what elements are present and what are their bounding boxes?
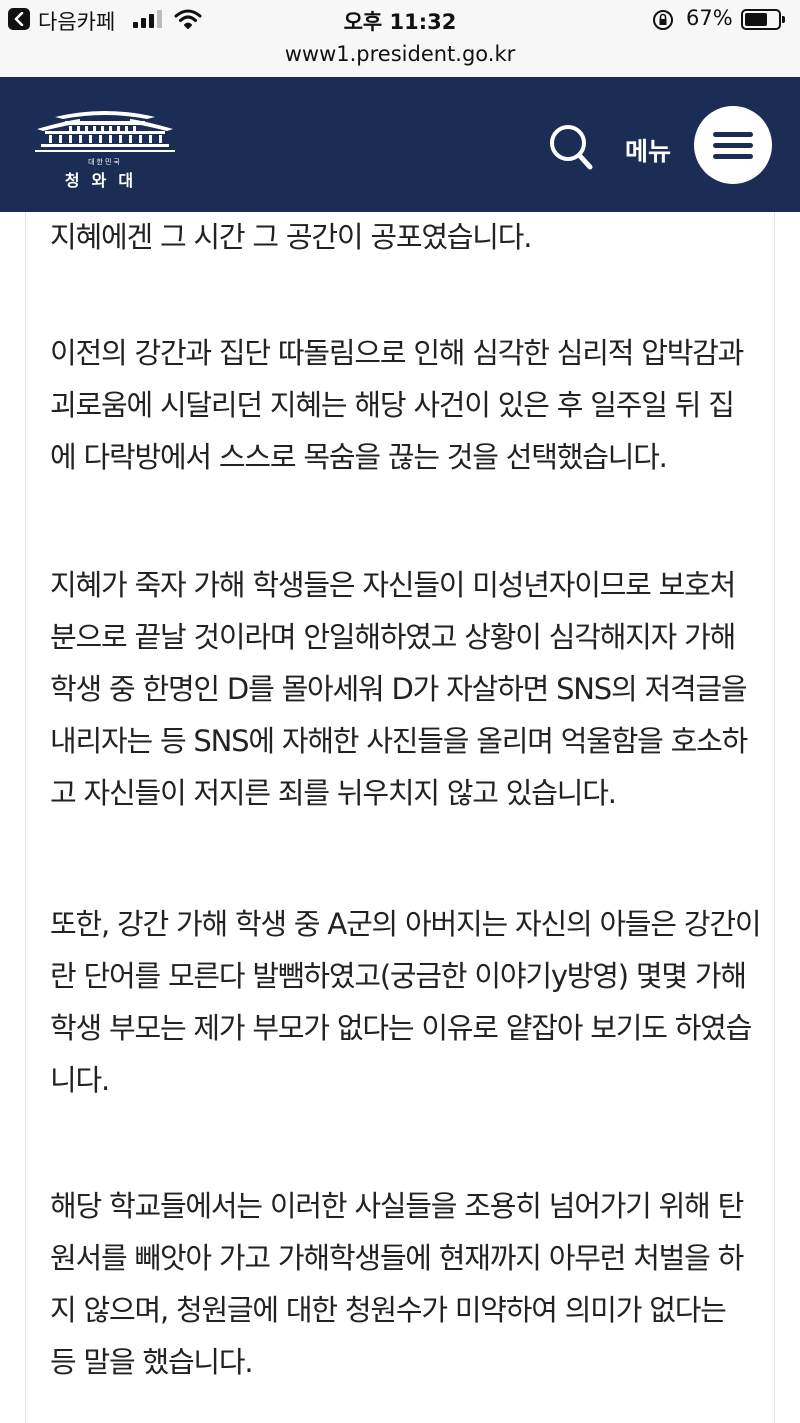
text-line: 학생 중 한명인 D를 몰아세워 D가 자살하면 SNS의 저격글을 <box>50 672 748 706</box>
clock: 오후 11:32 <box>343 10 457 34</box>
text-line: 또한, 강간 가해 학생 중 A군의 아버지는 자신의 아들은 강간이 <box>50 907 762 941</box>
cheongwadae-logo[interactable]: 대한민국 청와대 <box>35 107 180 190</box>
battery-percent: 67% <box>686 6 733 30</box>
text-line: 지 않으며, 청원글에 대한 청원수가 미약하여 의미가 없다는 <box>50 1293 727 1327</box>
menu-label[interactable]: 메뉴 <box>625 132 671 168</box>
paragraph: 또한, 강간 가해 학생 중 A군의 아버지는 자신의 아들은 강간이 란 단어… <box>50 898 770 1106</box>
site-header: 대한민국 청와대 메뉴 <box>0 77 800 212</box>
battery-icon <box>741 9 785 30</box>
text-line: 분으로 끝날 것이라며 안일해하였고 상황이 심각해지자 가해 <box>50 620 736 654</box>
paragraph: 지혜가 죽자 가해 학생들은 자신들이 미성년자이므로 보호처 분으로 끝날 것… <box>50 559 770 819</box>
paragraph: 지혜에겐 그 시간 그 공간이 공포였습니다. <box>50 212 770 263</box>
text-line: 니다. <box>50 1063 110 1097</box>
text-line: 내리자는 등 SNS에 자해한 사진들을 올리며 억울함을 호소하 <box>50 724 748 758</box>
text-line: 지혜가 죽자 가해 학생들은 자신들이 미성년자이므로 보호처 <box>50 568 736 602</box>
search-icon[interactable] <box>548 123 594 171</box>
paragraph: 이전의 강간과 집단 따돌림으로 인해 심각한 심리적 압박감과 괴로움에 시달… <box>50 327 770 483</box>
text-line: 등 말을 했습니다. <box>50 1345 254 1379</box>
petition-article: 지혜에겐 그 시간 그 공간이 공포였습니다. 이전의 강간과 집단 따돌림으로… <box>25 212 775 1423</box>
text-line: 괴로움에 시달리던 지혜는 해당 사건이 있은 후 일주일 뒤 집 <box>50 388 735 422</box>
blue-house-roof-icon <box>35 111 175 152</box>
paragraph: 해당 학교들에서는 이러한 사실들을 조용히 넘어가기 위해 탄 원서를 빼앗아… <box>50 1180 770 1388</box>
text-line: 해당 학교들에서는 이러한 사실들을 조용히 넘어가기 위해 탄 <box>50 1189 744 1223</box>
hamburger-menu-button[interactable] <box>694 106 772 184</box>
rotation-lock-icon <box>653 10 673 30</box>
text-line: 지혜에겐 그 시간 그 공간이 공포였습니다. <box>50 220 532 254</box>
logo-name-text: 청와대 <box>64 171 146 190</box>
text-line: 원서를 빼앗아 가고 가해학생들에 현재까지 아무런 처벌을 하 <box>50 1241 744 1275</box>
text-line: 고 자신들이 저지른 죄를 뉘우치지 않고 있습니다. <box>50 776 617 810</box>
text-line: 이전의 강간과 집단 따돌림으로 인해 심각한 심리적 압박감과 <box>50 336 744 370</box>
text-line: 학생 부모는 제가 부모가 없다는 이유로 얕잡아 보기도 하였습 <box>50 1011 752 1045</box>
url-bar[interactable]: www1.president.go.kr <box>0 40 800 77</box>
text-line: 에 다락방에서 스스로 목숨을 끊는 것을 선택했습니다. <box>50 440 668 474</box>
text-line: 란 단어를 모른다 발뺌하였고(궁금한 이야기y방영) 몇몇 가해 <box>50 959 747 993</box>
status-bar: 다음카페 오후 11:32 67% <box>0 0 800 40</box>
logo-country-text: 대한민국 <box>88 158 122 166</box>
